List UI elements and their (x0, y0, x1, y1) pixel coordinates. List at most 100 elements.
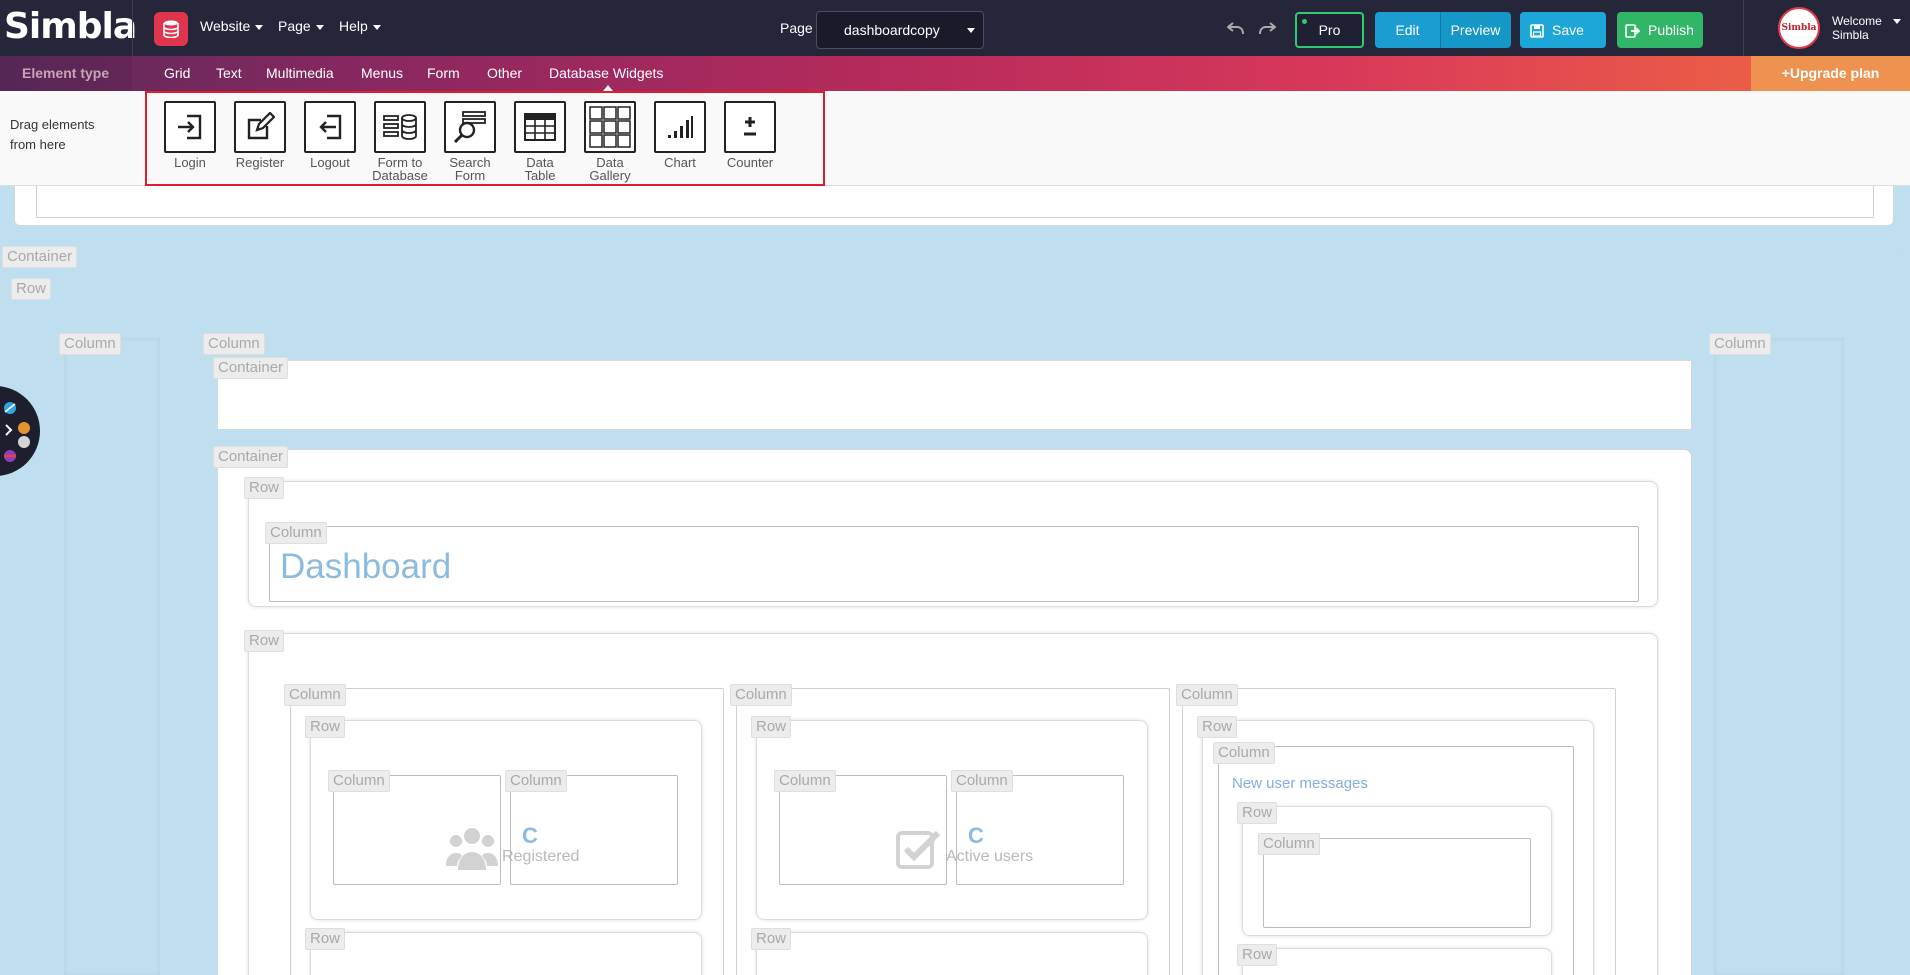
container-tag[interactable]: Container (213, 357, 289, 379)
checkbox-icon (896, 830, 941, 869)
row-tag[interactable]: Row (1237, 944, 1278, 966)
column-tag[interactable]: Column (265, 522, 327, 544)
active-tab-indicator (603, 85, 613, 91)
container-tag[interactable]: Container (213, 446, 289, 468)
message-row-2[interactable] (1242, 948, 1552, 975)
tab-menus[interactable]: Menus (361, 65, 403, 81)
edit-button[interactable]: Edit (1375, 12, 1440, 48)
login-icon (178, 114, 202, 140)
column-tag[interactable]: Column (328, 770, 390, 792)
tab-text[interactable]: Text (216, 65, 242, 81)
tab-multimedia[interactable]: Multimedia (266, 65, 334, 81)
pro-button[interactable]: Pro (1295, 12, 1364, 48)
chart-widget[interactable]: Chart (652, 101, 708, 169)
column-tag[interactable]: Column (730, 684, 792, 706)
stat-value: C (968, 823, 984, 848)
row-tag[interactable]: Row (751, 716, 792, 738)
database-icon (163, 20, 179, 38)
chart-icon (668, 116, 693, 138)
users-icon (446, 828, 498, 870)
row-tag[interactable]: Row (244, 630, 285, 652)
undo-icon (1227, 22, 1244, 35)
column-tag[interactable]: Column (505, 770, 567, 792)
column-tag[interactable]: Column (1213, 742, 1275, 764)
column-tag[interactable]: Column (1176, 684, 1238, 706)
login-widget[interactable]: Login (162, 101, 218, 169)
page-select[interactable]: dashboardcopy (816, 11, 984, 49)
help-menu[interactable]: Help (339, 18, 381, 34)
welcome-text[interactable]: Welcome Simbla (1832, 14, 1882, 42)
chevron-down-icon[interactable] (1893, 19, 1901, 24)
save-icon (1530, 24, 1544, 39)
page-menu[interactable]: Page (278, 18, 324, 34)
column-tag[interactable]: Column (1709, 333, 1771, 355)
stat-label: Active users (946, 848, 1034, 865)
tab-database-widgets[interactable]: Database Widgets (549, 65, 663, 81)
left-column[interactable] (63, 337, 161, 975)
row-tag[interactable]: Row (1237, 802, 1278, 824)
register-widget[interactable]: Register (232, 101, 288, 169)
row-tag[interactable]: Row (305, 716, 346, 738)
container-tag[interactable]: Container (2, 246, 78, 268)
column-tag[interactable]: Column (951, 770, 1013, 792)
stat-row-2[interactable] (310, 932, 702, 975)
stat-value: C (522, 823, 538, 848)
publish-button[interactable]: Publish (1617, 12, 1703, 48)
redo-icon (1259, 22, 1276, 35)
counter-icon (744, 117, 756, 136)
undo-button[interactable] (1225, 18, 1247, 40)
search-form-icon (453, 111, 486, 144)
column-tag[interactable]: Column (284, 684, 346, 706)
row-tag[interactable]: Row (244, 477, 285, 499)
form-to-database-icon (383, 114, 417, 140)
tab-grid[interactable]: Grid (164, 65, 190, 81)
row-tag[interactable]: Row (305, 928, 346, 950)
stat-label: Registered (502, 848, 580, 865)
form-to-database-widget[interactable]: Form to Database (372, 101, 428, 182)
chevron-down-icon (372, 24, 381, 30)
divider (132, 0, 133, 56)
preview-button[interactable]: Preview (1440, 12, 1511, 48)
database-button[interactable] (154, 12, 188, 46)
page-label: Page (780, 20, 813, 36)
center-container-1[interactable] (217, 360, 1692, 430)
stat-row-2[interactable] (756, 932, 1148, 975)
column-tag[interactable]: Column (774, 770, 836, 792)
tab-other[interactable]: Other (487, 65, 522, 81)
simbla-logo[interactable]: Simbla (4, 6, 137, 48)
top-bar: Simbla Website Page Help Page dashboardc… (0, 0, 1910, 56)
search-form-widget[interactable]: Search Form (442, 101, 498, 182)
publish-icon (1625, 24, 1640, 39)
data-table-widget[interactable]: Data Table (512, 101, 568, 182)
tab-form[interactable]: Form (427, 65, 460, 81)
row-tag[interactable]: Row (11, 278, 52, 300)
element-type-label: Element type (0, 56, 132, 91)
upgrade-plan-button[interactable]: +Upgrade plan (1751, 56, 1910, 91)
palette-icon (4, 402, 30, 462)
column-tag[interactable]: Column (1258, 833, 1320, 855)
avatar[interactable]: Simbla (1778, 7, 1820, 49)
divider (1743, 0, 1744, 56)
widget-drawer: Drag elements from here Login Register L… (0, 91, 1910, 186)
dashboard-column[interactable] (269, 526, 1639, 602)
save-button[interactable]: Save (1520, 12, 1606, 48)
drag-hint: Drag elements from here (10, 117, 95, 152)
column-tag[interactable]: Column (59, 333, 121, 355)
page-canvas[interactable]: Container Row Column Column Column Conta… (0, 186, 1910, 975)
design-tool-handle[interactable] (0, 386, 40, 476)
logout-widget[interactable]: Logout (302, 101, 358, 169)
chevron-down-icon (255, 24, 264, 30)
data-gallery-widget[interactable]: Data Gallery (582, 101, 638, 182)
row-tag[interactable]: Row (751, 928, 792, 950)
chevron-down-icon (315, 24, 324, 30)
page-title[interactable]: Dashboard (280, 547, 451, 587)
column-tag[interactable]: Column (203, 333, 265, 355)
row-tag[interactable]: Row (1197, 716, 1238, 738)
new-user-messages-title: New user messages (1232, 775, 1368, 792)
logout-icon (319, 114, 342, 140)
redo-button[interactable] (1256, 18, 1278, 40)
website-menu[interactable]: Website (200, 18, 264, 34)
right-column[interactable] (1713, 337, 1845, 975)
counter-widget[interactable]: Counter (722, 101, 778, 169)
register-icon (247, 112, 275, 140)
